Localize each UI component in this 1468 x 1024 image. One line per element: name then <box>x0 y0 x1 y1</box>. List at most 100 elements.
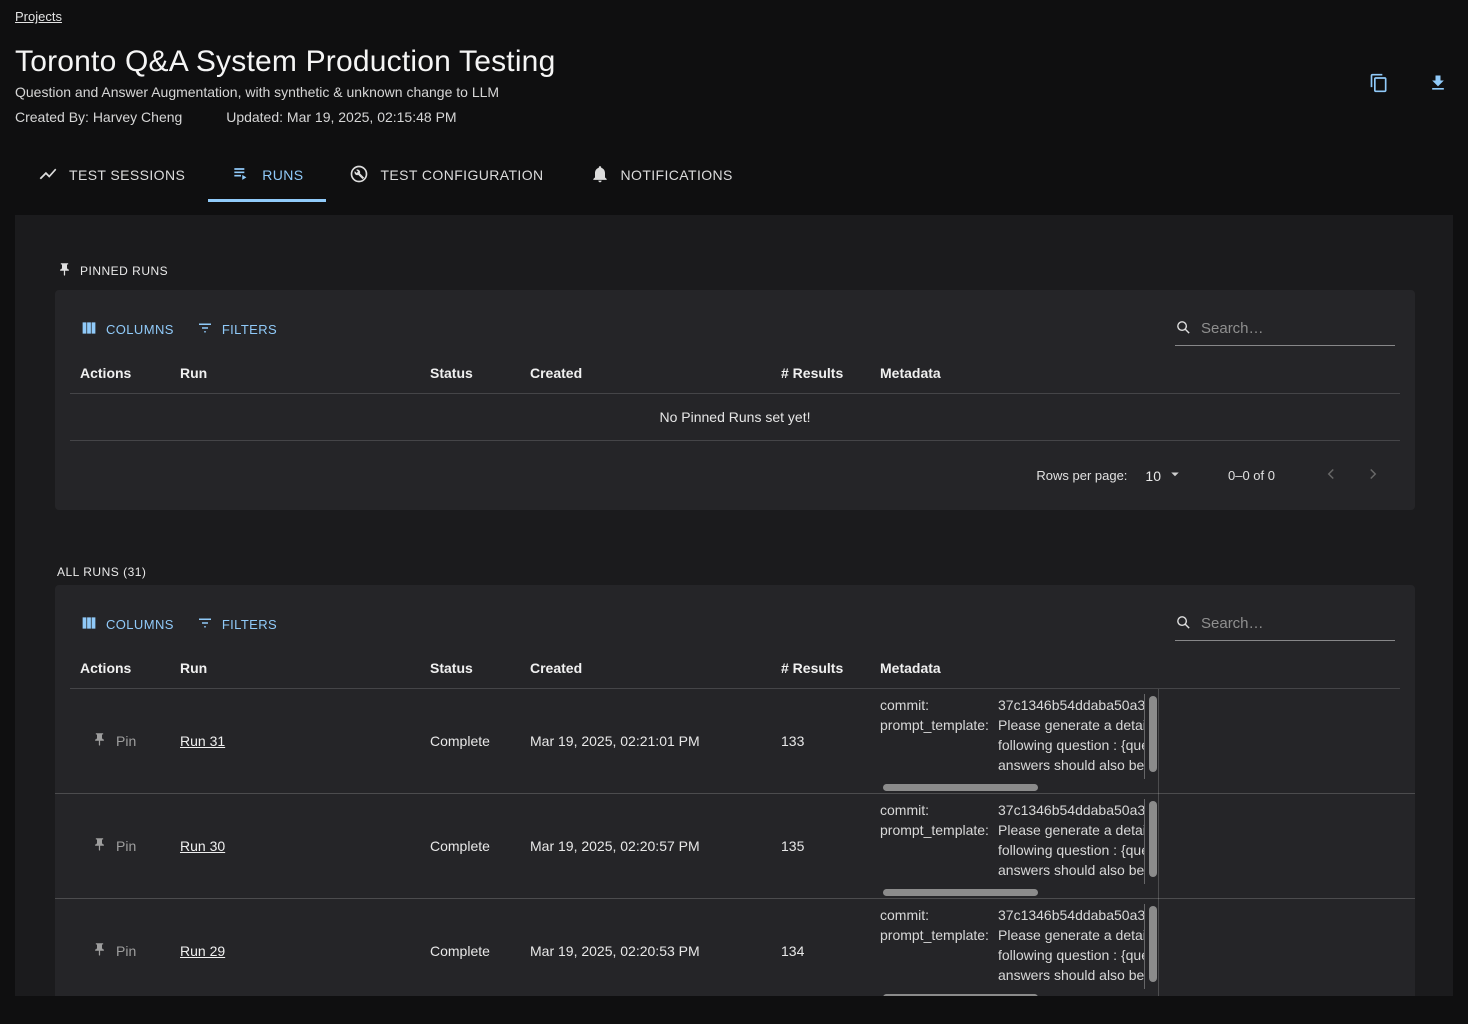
filter-icon <box>196 319 214 340</box>
metadata-horizontal-scrollbar[interactable] <box>883 784 1038 791</box>
metadata-horizontal-scrollbar[interactable] <box>883 994 1038 996</box>
metadata-value: answers should also be s <box>998 860 1144 880</box>
metadata-key: prompt_template: <box>880 820 998 840</box>
download-icon <box>1428 73 1448 96</box>
created-value: Mar 19, 2025, 02:21:01 PM <box>530 733 781 749</box>
page-title: Toronto Q&A System Production Testing <box>15 45 1367 79</box>
run-link[interactable]: Run 31 <box>180 733 225 749</box>
page-subtitle: Question and Answer Augmentation, with s… <box>15 84 1367 100</box>
header-metadata-col: Metadata <box>875 660 1158 676</box>
search-input[interactable] <box>1201 320 1400 337</box>
page-header: Toronto Q&A System Production Testing Qu… <box>0 24 1468 125</box>
header-metadata-col: Metadata <box>875 365 1158 381</box>
metadata-cell: commit: 37c1346b54ddaba50a3a prompt_temp… <box>875 689 1158 793</box>
header-results-col: # Results <box>781 365 875 381</box>
chevron-left-icon <box>1322 465 1340 486</box>
status-value: Complete <box>430 838 530 854</box>
columns-button[interactable]: COLUMNS <box>80 319 174 340</box>
page-range-label: 0–0 of 0 <box>1228 468 1275 483</box>
status-value: Complete <box>430 943 530 959</box>
metadata-value: following question : {que <box>998 945 1144 965</box>
all-runs-rows: Pin Run 31 Complete Mar 19, 2025, 02:21:… <box>55 689 1415 996</box>
all-runs-card: COLUMNS FILTERS Actions Run Status Creat… <box>55 585 1415 996</box>
run-link[interactable]: Run 29 <box>180 943 225 959</box>
metadata-vertical-scrollbar[interactable] <box>1149 906 1157 982</box>
header-actions-col: Actions <box>55 365 180 381</box>
metadata-vertical-scrollbar[interactable] <box>1149 801 1157 877</box>
tab-notifications[interactable]: NOTIFICATIONS <box>567 151 756 199</box>
metadata-cell: commit: 37c1346b54ddaba50a3a prompt_temp… <box>875 794 1158 898</box>
header-results-col: # Results <box>781 660 875 676</box>
header-created-col: Created <box>530 365 781 381</box>
pin-icon <box>92 732 107 750</box>
pinned-runs-section-label: PINNED RUNS <box>57 215 1453 280</box>
header-status-col: Status <box>430 365 530 381</box>
run-list-icon <box>231 164 251 187</box>
metadata-value: 37c1346b54ddaba50a3a <box>998 905 1144 925</box>
filters-button[interactable]: FILTERS <box>196 319 277 340</box>
tab-test-sessions[interactable]: TEST SESSIONS <box>15 151 208 199</box>
tab-runs[interactable]: RUNS <box>208 151 326 199</box>
content-panel: PINNED RUNS COLUMNS FILTERS Actions <box>15 215 1453 996</box>
pin-icon <box>92 942 107 960</box>
pin-label: Pin <box>116 838 136 854</box>
page: Projects Toronto Q&A System Production T… <box>0 0 1468 1024</box>
pin-run-button[interactable]: Pin <box>92 942 136 960</box>
metadata-value: Please generate a detaile <box>998 925 1144 945</box>
bell-icon <box>590 164 610 187</box>
search-input[interactable] <box>1201 615 1400 632</box>
metadata-scroll-area[interactable]: commit: 37c1346b54ddaba50a3a prompt_temp… <box>875 904 1145 989</box>
metadata-value: the questi <box>998 880 1144 884</box>
tab-test-configuration[interactable]: TEST CONFIGURATION <box>326 151 566 199</box>
tab-bar: TEST SESSIONS RUNS TEST CONFIGURATION NO… <box>15 151 1468 199</box>
search-icon <box>1175 319 1192 339</box>
header-run-col: Run <box>180 365 430 381</box>
previous-page-button[interactable] <box>1319 464 1343 488</box>
breadcrumb-projects-link[interactable]: Projects <box>15 9 62 24</box>
metadata-value: Please generate a detaile <box>998 820 1144 840</box>
metadata-value: 37c1346b54ddaba50a3a <box>998 800 1144 820</box>
chevron-down-icon <box>1166 465 1184 486</box>
columns-button[interactable]: COLUMNS <box>80 614 174 635</box>
build-circle-icon <box>349 164 369 187</box>
tab-label: TEST CONFIGURATION <box>380 167 543 183</box>
search-icon <box>1175 614 1192 634</box>
next-page-button[interactable] <box>1361 464 1385 488</box>
pinned-pagination: Rows per page: 10 0–0 of 0 <box>55 441 1415 510</box>
filters-label: FILTERS <box>222 322 277 337</box>
tab-label: RUNS <box>262 167 303 183</box>
columns-label: COLUMNS <box>106 617 174 632</box>
filter-icon <box>196 614 214 635</box>
section-label-text: ALL RUNS (31) <box>57 565 146 579</box>
created-value: Mar 19, 2025, 02:20:53 PM <box>530 943 781 959</box>
tab-label: NOTIFICATIONS <box>621 167 733 183</box>
header-status-col: Status <box>430 660 530 676</box>
metadata-value: answers should also be s <box>998 755 1144 775</box>
metadata-key: commit: <box>880 800 998 820</box>
download-button[interactable] <box>1426 72 1450 96</box>
metadata-horizontal-scrollbar[interactable] <box>883 889 1038 896</box>
tab-label: TEST SESSIONS <box>69 167 185 183</box>
filters-button[interactable]: FILTERS <box>196 614 277 635</box>
pin-run-button[interactable]: Pin <box>92 732 136 750</box>
rows-per-page-select[interactable]: 10 <box>1145 465 1184 486</box>
rows-per-page-label: Rows per page: <box>1036 468 1127 483</box>
pin-label: Pin <box>116 733 136 749</box>
pinned-toolbar: COLUMNS FILTERS <box>55 290 1415 352</box>
table-row: Pin Run 31 Complete Mar 19, 2025, 02:21:… <box>55 689 1415 794</box>
metadata-value: the questi <box>998 775 1144 779</box>
pin-icon <box>57 262 72 280</box>
copy-icon <box>1369 73 1389 96</box>
metadata-value: 37c1346b54ddaba50a3a <box>998 695 1144 715</box>
run-link[interactable]: Run 30 <box>180 838 225 854</box>
metadata-scroll-area[interactable]: commit: 37c1346b54ddaba50a3a prompt_temp… <box>875 694 1145 779</box>
all-runs-section-label: ALL RUNS (31) <box>57 565 1453 579</box>
metadata-key: prompt_template: <box>880 715 998 735</box>
trend-line-icon <box>38 164 58 187</box>
copy-button[interactable] <box>1367 72 1391 96</box>
metadata-vertical-scrollbar[interactable] <box>1149 696 1157 772</box>
metadata-scroll-area[interactable]: commit: 37c1346b54ddaba50a3a prompt_temp… <box>875 799 1145 884</box>
metadata-key: prompt_template: <box>880 925 998 945</box>
pin-run-button[interactable]: Pin <box>92 837 136 855</box>
pin-label: Pin <box>116 943 136 959</box>
